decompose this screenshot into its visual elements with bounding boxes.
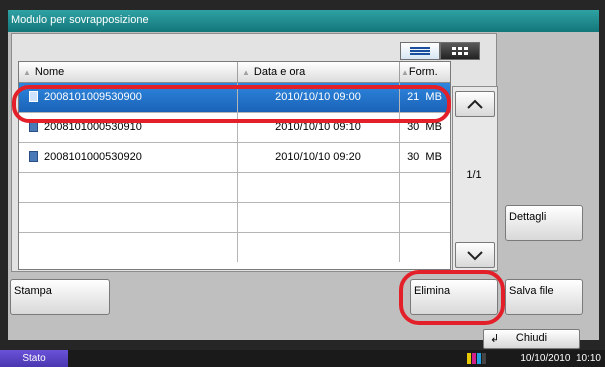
size-cell [399,173,449,202]
chevron-up-icon [467,99,483,109]
highlight-ring-selected-row [12,85,451,123]
screen-frame: Modulo per sovrapposizione ▲ Nome ▲ Data e… [0,0,605,350]
datetime-cell [237,233,398,262]
title-bar: Modulo per sovrapposizione [8,10,599,32]
file-name-cell [29,203,235,232]
pager: 1/1 [452,86,498,271]
status-bar: Stato 10/10/2010 10:10 [0,350,605,367]
list-view-button[interactable] [400,42,440,60]
status-datetime: 10/10/2010 10:10 [520,353,601,364]
document-icon [29,150,38,162]
thumbnail-view-button[interactable] [440,42,480,60]
print-button[interactable]: Stampa [10,279,110,315]
device-status-icon [467,353,486,364]
status-button[interactable]: Stato [0,350,68,367]
table-row[interactable] [19,203,450,233]
header-name[interactable]: ▲ Nome [23,62,64,82]
page-up-button[interactable] [455,91,495,117]
datetime-cell [237,203,398,232]
table-header: ▲ Nome ▲ Data e ora ▲Form. [19,62,450,83]
window-title: Modulo per sovrapposizione [11,14,149,26]
thumbnail-view-icon [452,47,468,55]
size-cell: 30 MB [399,143,449,172]
page-down-button[interactable] [455,242,495,268]
view-toggle [400,42,480,60]
size-cell [399,203,449,232]
close-button[interactable]: ↲ Chiudi [483,329,580,349]
highlight-ring-delete [399,270,505,325]
header-size[interactable]: ▲Form. [399,62,452,82]
details-button[interactable]: Dettagli [505,205,583,241]
sort-icon: ▲ [401,68,409,77]
save-file-button[interactable]: Salva file [505,279,583,315]
file-name-cell: 2008101000530920 [29,143,235,172]
table-row[interactable] [19,233,450,262]
table-row[interactable]: 2008101000530920 2010/10/10 09:20 30 MB [19,143,450,173]
sort-icon: ▲ [23,68,31,77]
header-datetime[interactable]: ▲ Data e ora [237,62,402,82]
list-view-icon [410,47,430,55]
page-indicator: 1/1 [466,169,482,181]
size-cell [399,233,449,262]
table-row[interactable] [19,173,450,203]
datetime-cell [237,173,398,202]
file-name-cell [29,233,235,262]
sort-icon: ▲ [242,68,250,77]
file-name-cell [29,173,235,202]
datetime-cell: 2010/10/10 09:20 [237,143,398,172]
chevron-down-icon [467,251,483,261]
